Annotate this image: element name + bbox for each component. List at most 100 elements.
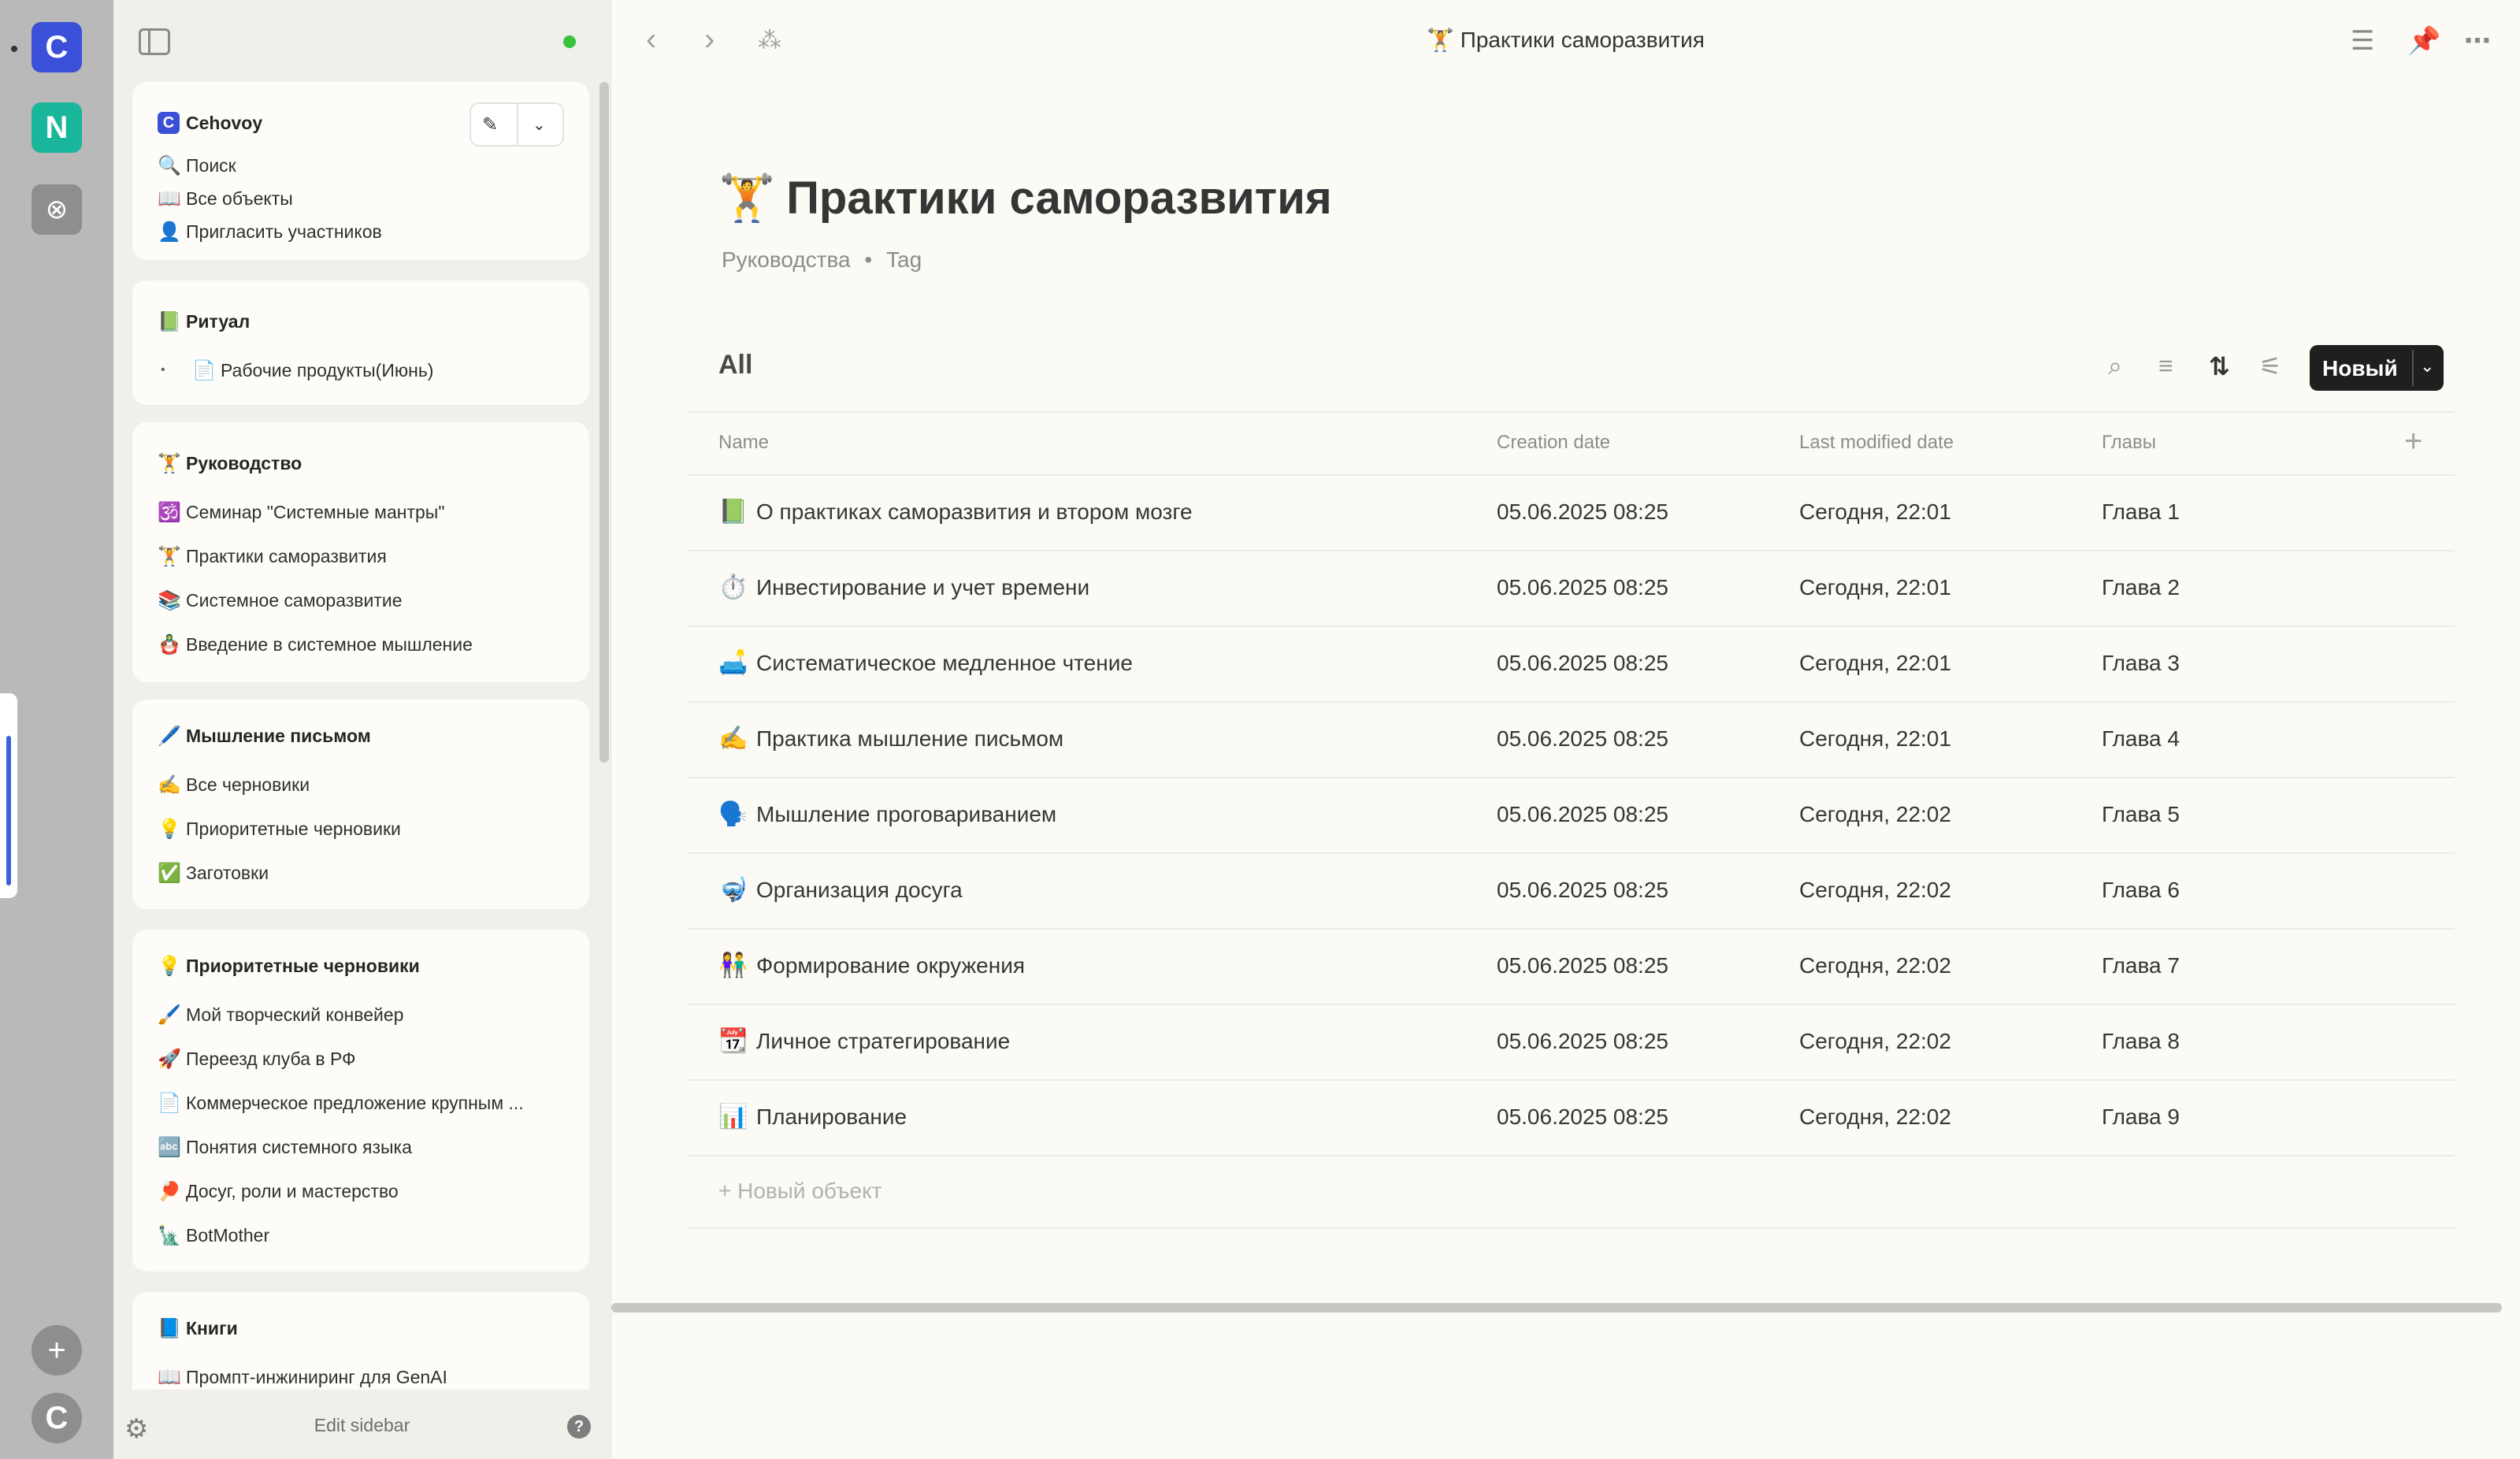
new-object-button[interactable]: Новый ⌄ <box>2310 345 2444 391</box>
settings-sliders-icon[interactable]: ⚟ <box>2259 351 2282 381</box>
cell-name[interactable]: О практиках саморазвития и втором мозге <box>756 499 1193 525</box>
cell-name[interactable]: Организация досуга <box>756 878 963 903</box>
search-icon[interactable]: ⌕ <box>2108 351 2122 381</box>
sidebar-item-search[interactable]: 🔍 Поиск <box>158 150 236 181</box>
bulb-icon: 💡 <box>158 955 181 977</box>
sidebar-item[interactable]: 🏓 Досуг, роли и мастерство <box>158 1175 399 1207</box>
section-title[interactable]: 🏋️ Руководство <box>158 447 302 479</box>
table-row[interactable]: 👫 Формирование окружения 05.06.2025 08:2… <box>687 930 2455 1005</box>
sidebar-item[interactable]: ✅ Заготовки <box>158 857 269 889</box>
sidebar-item[interactable]: ✍️ Все черновики <box>158 769 310 800</box>
cell-name[interactable]: Практика мышление письмом <box>756 726 1063 752</box>
table-row[interactable]: ⏱️ Инвестирование и учет времени 05.06.2… <box>687 551 2455 627</box>
table-header: Name Creation date Last modified date Гл… <box>687 411 2455 476</box>
sidebar-scrollbar[interactable] <box>599 82 609 763</box>
more-icon[interactable]: ⋯ <box>2464 25 2491 57</box>
column-creation-date[interactable]: Creation date <box>1497 432 1610 454</box>
sidebar-item[interactable]: 🔤 Понятия системного языка <box>158 1131 412 1163</box>
sidebar-item[interactable]: 📖 Промпт-инжиниринг для GenAI <box>158 1361 447 1393</box>
sidebar-item[interactable]: 🗽 BotMother <box>158 1220 269 1251</box>
om-icon: 🕉️ <box>158 501 181 523</box>
help-icon[interactable]: ? <box>567 1415 591 1439</box>
chevron-down-icon[interactable]: ⌄ <box>2420 356 2434 377</box>
books-icon: 📚 <box>158 589 181 611</box>
table-row[interactable]: 📊 Планирование 05.06.2025 08:25 Сегодня,… <box>687 1081 2455 1156</box>
statue-icon: 🗽 <box>158 1224 181 1246</box>
cell-name[interactable]: Мышление проговариванием <box>756 802 1056 827</box>
view-tab-all[interactable]: All <box>718 350 752 381</box>
object-type-link[interactable]: Руководства <box>722 247 851 272</box>
table-row[interactable]: ✍️ Практика мышление письмом 05.06.2025 … <box>687 703 2455 778</box>
cell-chapter[interactable]: Глава 9 <box>2102 1104 2180 1130</box>
section-title[interactable]: 💡 Приоритетные черновики <box>158 950 420 982</box>
section-books: 📘 Книги 📖 Промпт-инжиниринг для GenAI <box>132 1292 589 1402</box>
sidebar-item[interactable]: • 📄 Рабочие продукты(Июнь) <box>161 355 433 386</box>
section-priority-drafts: 💡 Приоритетные черновики 🖌️ Мой творчески… <box>132 930 589 1272</box>
list-icon[interactable]: ☰ <box>2351 25 2374 57</box>
cell-name[interactable]: Инвестирование и учет времени <box>756 575 1089 600</box>
sidebar-item[interactable]: 🚀 Переезд клуба в РФ <box>158 1043 356 1075</box>
toggle-sidebar-icon[interactable] <box>139 28 170 55</box>
abc-icon: 🔤 <box>158 1136 181 1158</box>
cell-chapter[interactable]: Глава 6 <box>2102 878 2180 903</box>
column-last-modified[interactable]: Last modified date <box>1799 432 1954 454</box>
add-object-row[interactable]: + Новый объект <box>687 1156 2455 1229</box>
cell-modified: Сегодня, 22:02 <box>1799 802 1951 826</box>
profile-avatar[interactable]: C <box>32 1393 82 1443</box>
sort-icon[interactable]: ⇅ <box>2209 351 2230 381</box>
workspace-name[interactable]: C Cehovoy <box>158 107 262 139</box>
sidebar-item-invite[interactable]: 👤 Пригласить участников <box>158 216 382 247</box>
cell-name[interactable]: Формирование окружения <box>756 953 1025 978</box>
cell-chapter[interactable]: Глава 7 <box>2102 953 2180 978</box>
edit-sidebar-button[interactable]: Edit sidebar <box>113 1415 611 1436</box>
cell-chapter[interactable]: Глава 2 <box>2102 575 2180 600</box>
sidebar-item[interactable]: 💡 Приоритетные черновики <box>158 813 401 845</box>
sidebar-item[interactable]: 📄 Коммерческое предложение крупным ... <box>158 1087 524 1119</box>
table-row[interactable]: 📗 О практиках саморазвития и втором мозг… <box>687 476 2455 551</box>
horizontal-scrollbar[interactable] <box>611 1303 2502 1312</box>
cell-name[interactable]: Личное стратегирование <box>756 1029 1010 1054</box>
filter-icon[interactable]: ≡ <box>2158 351 2173 381</box>
column-name[interactable]: Name <box>718 432 769 454</box>
page-title[interactable]: 🏋️ Практики саморазвития <box>718 172 1332 225</box>
section-title[interactable]: 📘 Книги <box>158 1312 238 1344</box>
sidebar-item-all-objects[interactable]: 📖 Все объекты <box>158 183 293 214</box>
sidebar-item[interactable]: 🪆 Введение в системное мышление <box>158 629 473 660</box>
add-column-icon[interactable]: + <box>2404 424 2422 459</box>
rail-scroll-tab[interactable] <box>0 693 17 898</box>
sidebar-item-active[interactable]: 🏋️ Практики саморазвития <box>158 540 387 572</box>
add-space-button[interactable]: + <box>32 1325 82 1375</box>
row-icon: 📊 <box>718 1104 748 1130</box>
new-page-icon[interactable]: ✎ <box>482 113 498 136</box>
space-n-button[interactable]: N <box>32 102 82 153</box>
sidebar-item[interactable]: 🖌️ Мой творческий конвейер <box>158 999 403 1030</box>
pin-icon[interactable]: 📌 <box>2407 25 2440 57</box>
cell-chapter[interactable]: Глава 5 <box>2102 802 2180 827</box>
basketball-icon[interactable]: ⊗ <box>32 184 82 235</box>
object-kind: Tag <box>886 247 922 272</box>
cell-chapter[interactable]: Глава 1 <box>2102 499 2180 525</box>
section-title[interactable]: 📗 Ритуал <box>158 306 250 337</box>
book-icon: 📖 <box>158 187 181 210</box>
cell-chapter[interactable]: Глава 3 <box>2102 651 2180 676</box>
workspace-card: C Cehovoy ✎ ⌄ 🔍 Поиск 📖 Все объекты 👤 Пр… <box>132 82 589 260</box>
cell-chapter[interactable]: Глава 4 <box>2102 726 2180 752</box>
table-row[interactable]: 🛋️ Систематическое медленное чтение 05.0… <box>687 627 2455 703</box>
table-row[interactable]: 📆 Личное стратегирование 05.06.2025 08:2… <box>687 1005 2455 1081</box>
space-c-button[interactable]: C <box>32 22 82 72</box>
pen-icon: 🖊️ <box>158 725 181 747</box>
new-page-button-group[interactable]: ✎ ⌄ <box>469 102 564 147</box>
sidebar-item[interactable]: 📚 Системное саморазвитие <box>158 585 403 616</box>
weightlifter-icon[interactable]: 🏋️ <box>718 173 775 224</box>
cell-modified: Сегодня, 22:02 <box>1799 1029 1951 1053</box>
column-chapters[interactable]: Главы <box>2102 432 2156 454</box>
sidebar-item[interactable]: 🕉️ Семинар "Системные мантры" <box>158 496 444 528</box>
table-row[interactable]: 🗣️ Мышление проговариванием 05.06.2025 0… <box>687 778 2455 854</box>
table-row[interactable]: 🤿 Организация досуга 05.06.2025 08:25 Се… <box>687 854 2455 930</box>
section-title[interactable]: 🖊️ Мышление письмом <box>158 720 371 752</box>
bulb-icon: 💡 <box>158 818 181 840</box>
cell-name[interactable]: Планирование <box>756 1104 907 1130</box>
chevron-down-icon[interactable]: ⌄ <box>533 115 546 135</box>
cell-name[interactable]: Систематическое медленное чтение <box>756 651 1133 676</box>
cell-chapter[interactable]: Глава 8 <box>2102 1029 2180 1054</box>
